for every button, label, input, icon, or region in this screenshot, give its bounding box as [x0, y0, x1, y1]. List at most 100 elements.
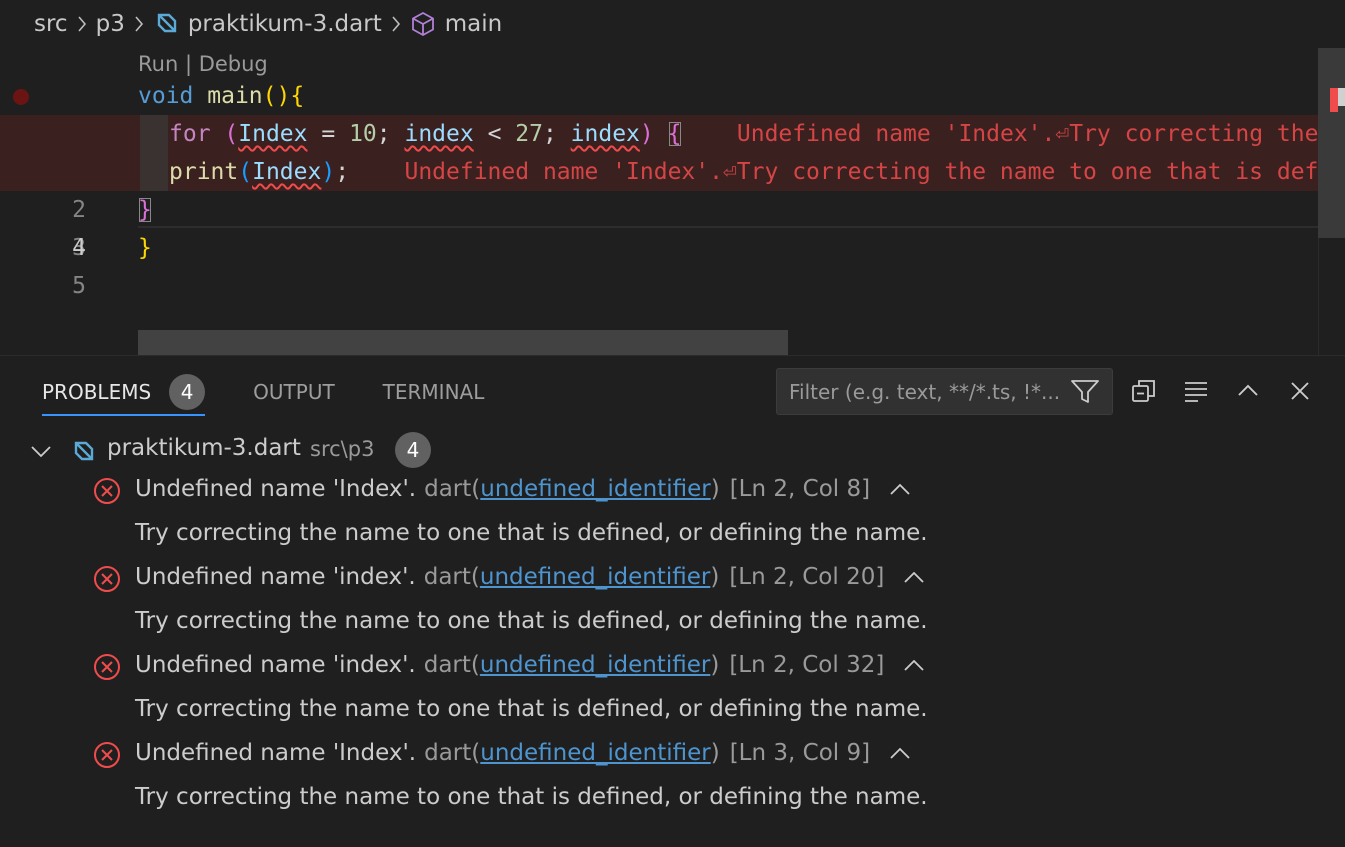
inline-error-message: Undefined name 'Index'.⏎Try correcting t… [404, 159, 1345, 185]
code-text: } [138, 229, 152, 267]
fold-chevron-icon[interactable] [104, 125, 207, 186]
breadcrumb-item-src[interactable]: src [34, 11, 68, 37]
brace: { [290, 83, 305, 109]
cube-method-icon [411, 11, 434, 37]
problem-location: [Ln 2, Col 20] [729, 564, 885, 590]
chevron-up-icon[interactable] [888, 741, 912, 767]
problem-item[interactable]: Undefined name 'Index'. dart(undefined_id… [0, 738, 1345, 826]
identifier-error[interactable]: Index [252, 159, 321, 185]
tab-label: OUTPUT [253, 380, 335, 404]
view-as-list-icon[interactable] [1181, 376, 1211, 406]
problems-filter[interactable] [776, 368, 1113, 415]
error-icon [92, 476, 122, 512]
problems-file-row[interactable]: praktikum-3.dart src\p3 4 [0, 430, 1345, 470]
problem-summary: Undefined name 'index'. dart(undefined_id… [135, 652, 926, 679]
operator: < [473, 121, 516, 147]
indent-guide [140, 153, 168, 191]
close-icon[interactable] [1285, 376, 1315, 406]
chevron-up-icon[interactable] [888, 477, 912, 503]
code-line-2[interactable]: 2 for (Index = 10; index < 27; index) { … [0, 115, 1345, 223]
breadcrumb-label: src [34, 11, 68, 37]
problem-source-close: ) [710, 652, 720, 678]
dart-file-icon [157, 13, 177, 33]
paren: ) [639, 121, 654, 147]
chevron-up-icon[interactable] [902, 653, 926, 679]
problem-detail: Try correcting the name to one that is d… [135, 520, 928, 546]
problem-code-link[interactable]: undefined_identifier [480, 476, 710, 502]
inline-error-message: Undefined name 'Index'.⏎Try correcting t… [736, 121, 1345, 147]
paren: ) [321, 159, 336, 185]
codelens-run-debug[interactable]: Run | Debug [138, 50, 268, 78]
problem-location: [Ln 3, Col 9] [729, 740, 871, 766]
keyword: void [138, 83, 194, 109]
fold-chevron-icon[interactable] [104, 87, 207, 148]
code-line-4[interactable]: 4 } [0, 191, 1318, 261]
chevron-down-icon[interactable] [30, 441, 52, 467]
chevron-right-icon [390, 15, 402, 33]
tab-label: PROBLEMS [42, 380, 152, 404]
problem-source: dart( [424, 476, 481, 502]
tab-problems[interactable]: PROBLEMS 4 [42, 374, 206, 416]
identifier-error[interactable]: index [571, 121, 640, 147]
code-line-1[interactable]: 1 void main(){ [0, 77, 1318, 148]
problem-message: Undefined name 'index'. [135, 564, 416, 590]
problem-item[interactable]: Undefined name 'index'. dart(undefined_id… [0, 650, 1345, 738]
problem-location: [Ln 2, Col 8] [729, 476, 871, 502]
horizontal-scrollbar[interactable] [138, 330, 788, 355]
filter-input[interactable] [789, 379, 1069, 404]
problem-location: [Ln 2, Col 32] [729, 652, 885, 678]
code-line-5[interactable]: 5 } [0, 229, 1318, 299]
problem-item[interactable]: Undefined name 'Index'. dart(undefined_id… [0, 474, 1345, 562]
code-text: void main(){ [138, 77, 304, 115]
function-name: print [169, 159, 239, 185]
error-icon [92, 564, 122, 600]
breadcrumb-item-main[interactable]: main [410, 11, 502, 37]
problem-source: dart( [423, 652, 480, 678]
problems-count-badge: 4 [169, 374, 206, 410]
breadcrumb-item-p3[interactable]: p3 [96, 11, 125, 37]
code-editor[interactable]: Run | Debug 1 void main(){ 2 for (Index … [0, 48, 1345, 355]
problem-code-link[interactable]: undefined_identifier [480, 740, 710, 766]
vertical-scrollbar-thumb[interactable] [1318, 48, 1345, 238]
brace: } [138, 235, 152, 261]
code-line-3[interactable]: 3 print(Index); Undefined name 'Index'.⏎… [0, 153, 1345, 261]
error-icon [92, 652, 122, 688]
paren: ( [224, 121, 239, 147]
problem-code-link[interactable]: undefined_identifier [480, 564, 710, 590]
brace-matched: } [138, 197, 152, 223]
code-text: for (Index = 10; index < 27; index) { Un… [169, 115, 1345, 153]
problem-message: Undefined name 'Index'. [135, 476, 417, 502]
code-text: } [138, 191, 152, 229]
number: 27 [515, 121, 543, 147]
breadcrumb: src p3 praktikum-3.dart main [0, 0, 1345, 48]
breadcrumb-item-file[interactable]: praktikum-3.dart [153, 11, 382, 37]
file-name: praktikum-3.dart [107, 435, 301, 461]
tab-label: TERMINAL [382, 380, 485, 404]
identifier-error[interactable]: index [404, 121, 473, 147]
chevron-right-icon [76, 15, 88, 33]
problem-source-close: ) [710, 740, 720, 766]
overview-ruler-error-mark [1330, 88, 1338, 112]
collapse-all-icon[interactable] [1129, 376, 1159, 406]
file-problem-count-badge: 4 [395, 432, 431, 468]
filter-icon[interactable] [1070, 379, 1100, 409]
problem-item[interactable]: Undefined name 'index'. dart(undefined_id… [0, 562, 1345, 650]
problem-source-close: ) [710, 476, 720, 502]
breadcrumb-label: main [444, 11, 503, 37]
line-number: 5 [72, 273, 86, 299]
punctuation: ; [542, 121, 571, 147]
problem-message: Undefined name 'index'. [135, 652, 416, 678]
indent-guide [140, 115, 168, 153]
brace-matched: { [667, 121, 682, 147]
overview-ruler-cursor-mark [1338, 88, 1345, 106]
problem-summary: Undefined name 'Index'. dart(undefined_id… [135, 740, 912, 767]
problem-source: dart( [423, 564, 480, 590]
maximize-panel-chevron-up-icon[interactable] [1233, 376, 1263, 406]
tab-output[interactable]: OUTPUT [253, 374, 335, 410]
tab-terminal[interactable]: TERMINAL [383, 374, 485, 410]
bottom-panel: PROBLEMS 4 OUTPUT TERMINAL Filter (e.g. … [0, 355, 1345, 847]
identifier-error[interactable]: Index [238, 121, 307, 147]
problem-code-link[interactable]: undefined_identifier [480, 652, 710, 678]
paren: () [262, 83, 291, 109]
chevron-up-icon[interactable] [902, 565, 926, 591]
